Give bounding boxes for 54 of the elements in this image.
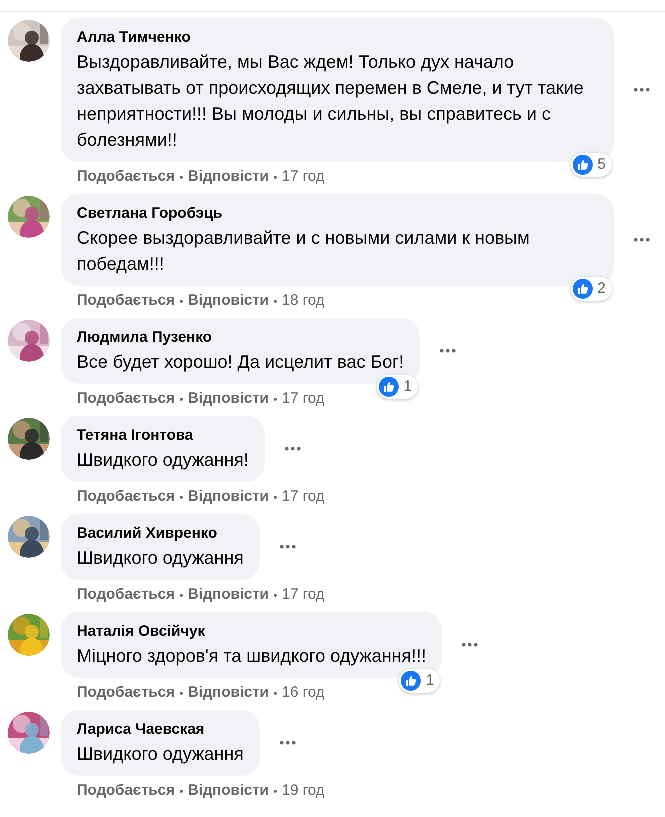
reply-link[interactable]: Відповісти xyxy=(188,683,270,703)
more-icon xyxy=(284,447,301,451)
like-link[interactable]: Подобається xyxy=(77,167,175,187)
more-icon xyxy=(280,741,296,745)
author-name[interactable]: Тетяна Ігонтова xyxy=(77,425,249,447)
like-link[interactable]: Подобається xyxy=(77,389,175,409)
like-link[interactable]: Подобається xyxy=(77,585,175,605)
like-link[interactable]: Подобається xyxy=(77,683,175,703)
reply-link[interactable]: Відповісти xyxy=(188,291,270,311)
comment-time[interactable]: 17 год xyxy=(282,585,325,605)
more-icon xyxy=(440,349,456,353)
reaction-count: 1 xyxy=(404,376,412,397)
comment-time[interactable]: 18 год xyxy=(282,291,325,311)
author-name[interactable]: Алла Тимченко xyxy=(77,27,598,49)
reaction-badge[interactable]: 1 xyxy=(376,375,418,399)
reaction-count: 1 xyxy=(426,670,434,691)
reply-link[interactable]: Відповісти xyxy=(188,487,270,507)
author-name[interactable]: Лариса Чаевская xyxy=(77,719,244,741)
thumbs-up-icon xyxy=(378,377,399,397)
like-link[interactable]: Подобається xyxy=(77,291,175,311)
reaction-badge[interactable]: 1 xyxy=(399,669,440,693)
reaction-count: 2 xyxy=(598,278,606,299)
comment-time[interactable]: 17 год xyxy=(282,167,325,187)
like-link[interactable]: Подобається xyxy=(77,487,175,507)
author-name[interactable]: Людмила Пузенко xyxy=(77,327,404,349)
more-icon xyxy=(634,88,650,92)
reply-link[interactable]: Відповісти xyxy=(188,389,270,409)
comment-time[interactable]: 17 год xyxy=(282,389,325,409)
more-icon xyxy=(634,238,650,242)
comment-text: Швидкого одужання xyxy=(77,743,244,766)
reaction-badge[interactable]: 5 xyxy=(570,153,612,177)
more-icon xyxy=(280,545,296,549)
thumbs-up-icon xyxy=(572,155,593,175)
reaction-count: 5 xyxy=(598,154,606,175)
reply-link[interactable]: Відповісти xyxy=(188,781,270,801)
comment-text: Міцного здоров'я та швидкого одужання!!! xyxy=(77,645,426,668)
comment-text: Все будет хорошо! Да исцелит вас Бог! xyxy=(77,351,404,374)
comment-text: Швидкого одужання! xyxy=(77,449,249,472)
reply-link[interactable]: Відповісти xyxy=(188,167,270,187)
comment-text: Швидкого одужання xyxy=(77,547,244,570)
comment-text: Выздоравливайте, мы Вас ждем! Только дух начало захватывать от происходящих перемен в Смеле, и тут такие неприятности!!! Вы молоды и сильны, вы справитесь и с болезнями!! xyxy=(77,51,585,152)
author-name[interactable]: Наталія Овсійчук xyxy=(77,621,426,643)
reaction-badge[interactable]: 2 xyxy=(570,277,612,301)
comment-time[interactable]: 19 год xyxy=(282,781,325,801)
comment-time[interactable]: 16 год xyxy=(282,683,325,703)
thumbs-up-icon xyxy=(572,279,593,299)
author-name[interactable]: Василий Хивренко xyxy=(77,523,244,545)
reply-link[interactable]: Відповісти xyxy=(188,585,270,605)
thumbs-up-icon xyxy=(401,671,422,691)
comment-time[interactable]: 17 год xyxy=(282,487,325,507)
author-name[interactable]: Светлана Горобэць xyxy=(77,203,598,225)
like-link[interactable]: Подобається xyxy=(77,781,175,801)
more-icon xyxy=(462,643,478,647)
comment-text: Скорее выздоравливайте и с новыми силами к новым победам!!! xyxy=(77,227,531,276)
